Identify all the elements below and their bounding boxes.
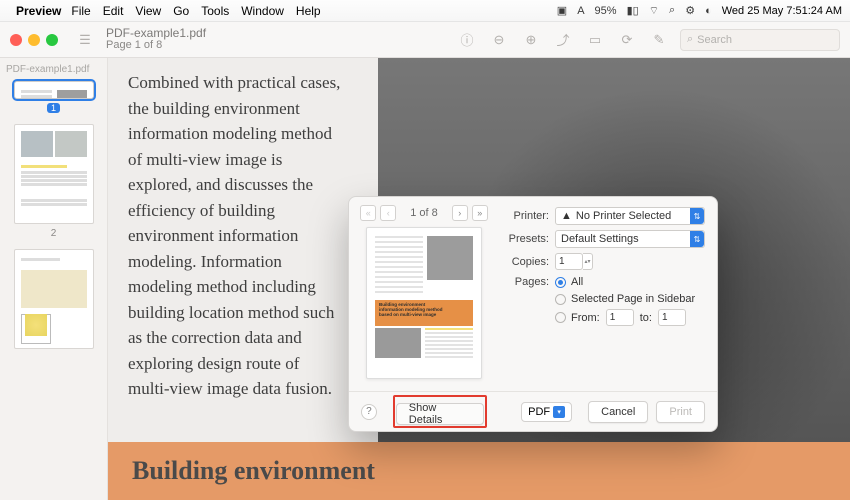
pages-all-label: All [571, 276, 583, 288]
presets-select[interactable]: Default Settings ⇅ [555, 230, 705, 248]
markup-icon[interactable]: ✎ [648, 29, 670, 51]
warning-icon: ▲ [561, 210, 572, 222]
zoom-in-icon[interactable]: ⊕ [520, 29, 542, 51]
siri-icon[interactable]: ◐ [705, 5, 712, 17]
document-viewport: Combined with practical cases, the build… [108, 58, 850, 500]
close-window-button[interactable] [10, 34, 22, 46]
wifi-icon[interactable]: ⌔ [649, 4, 659, 18]
help-button[interactable]: ? [361, 404, 377, 420]
page-number-1: 1 [47, 103, 60, 113]
pages-label: Pages: [499, 276, 549, 288]
from-label: From: [571, 312, 600, 324]
to-input[interactable]: 1 [658, 309, 686, 326]
document-info: PDF-example1.pdf Page 1 of 8 [106, 27, 206, 51]
thumbnails-sidebar: PDF-example1.pdf 1 2 [0, 58, 108, 500]
print-dialog: « ‹ 1 of 8 › » Building environment info… [348, 196, 718, 432]
page-number-2: 2 [6, 228, 101, 239]
first-page-button[interactable]: « [360, 205, 376, 221]
zoom-out-icon[interactable]: ⊖ [488, 29, 510, 51]
system-menubar: Preview File Edit View Go Tools Window H… [0, 0, 850, 22]
show-details-highlight: Show Details [393, 395, 488, 428]
page-counter: 1 of 8 [410, 207, 438, 219]
sidebar-filename: PDF-example1.pdf [6, 64, 101, 75]
chevron-updown-icon: ⇅ [690, 208, 704, 224]
thumbnail-page-1[interactable] [14, 81, 94, 99]
menubar-clock[interactable]: Wed 25 May 7:51:24 AM [722, 5, 842, 17]
minimize-window-button[interactable] [28, 34, 40, 46]
print-preview-page: Building environment information modelin… [366, 227, 482, 379]
presets-value: Default Settings [561, 233, 639, 245]
pages-all-radio[interactable] [555, 277, 566, 288]
next-page-button[interactable]: › [452, 205, 468, 221]
window-toolbar: ☰ PDF-example1.pdf Page 1 of 8 ⓘ ⊖ ⊕ ⤴ ▭… [0, 22, 850, 58]
printer-value: No Printer Selected [576, 210, 671, 222]
printer-label: Printer: [499, 210, 549, 222]
chevron-updown-icon: ⇅ [690, 231, 704, 247]
stage-manager-icon[interactable]: ▣ [557, 4, 567, 17]
app-name[interactable]: Preview [16, 4, 61, 18]
chevron-down-icon: ▾ [553, 406, 565, 418]
control-center-icon[interactable]: ⚙ [685, 4, 695, 17]
last-page-button[interactable]: » [472, 205, 488, 221]
mini-banner-text: Building environment information modelin… [375, 300, 473, 321]
presets-label: Presets: [499, 233, 549, 245]
sidebar-toggle-icon[interactable]: ☰ [74, 29, 96, 51]
thumbnail-page-3[interactable] [14, 249, 94, 349]
search-icon: ⌕ [687, 33, 693, 46]
to-label: to: [640, 312, 652, 324]
search-placeholder: Search [697, 34, 732, 46]
show-details-button[interactable]: Show Details [396, 403, 485, 425]
menu-help[interactable]: Help [296, 4, 321, 18]
battery-percent[interactable]: 95% [595, 5, 617, 17]
menu-go[interactable]: Go [173, 4, 189, 18]
copies-label: Copies: [499, 256, 549, 268]
rotate-icon[interactable]: ⟳ [616, 29, 638, 51]
prev-page-button[interactable]: ‹ [380, 205, 396, 221]
menu-tools[interactable]: Tools [201, 4, 229, 18]
window-traffic-lights [10, 34, 58, 46]
from-input[interactable]: 1 [606, 309, 634, 326]
menu-window[interactable]: Window [241, 4, 284, 18]
pages-range-radio[interactable] [555, 312, 566, 323]
printer-select[interactable]: ▲ No Printer Selected ⇅ [555, 207, 705, 225]
cancel-button[interactable]: Cancel [588, 401, 648, 423]
toolbar-search[interactable]: ⌕ Search [680, 29, 840, 51]
menu-view[interactable]: View [135, 4, 161, 18]
input-source-icon[interactable]: A [577, 5, 584, 17]
print-button[interactable]: Print [656, 401, 705, 423]
thumbnail-page-2[interactable] [14, 124, 94, 224]
zoom-window-button[interactable] [46, 34, 58, 46]
spotlight-icon[interactable]: ⌕ [669, 4, 675, 17]
menu-edit[interactable]: Edit [103, 4, 124, 18]
pages-selected-radio[interactable] [555, 294, 566, 305]
highlight-icon[interactable]: ▭ [584, 29, 606, 51]
battery-icon[interactable]: ▮▯ [627, 4, 639, 17]
copies-stepper[interactable]: ▴▾ [583, 253, 593, 270]
menu-file[interactable]: File [71, 4, 90, 18]
info-icon[interactable]: ⓘ [456, 29, 478, 51]
share-icon[interactable]: ⤴ [552, 29, 574, 51]
document-page-info: Page 1 of 8 [106, 40, 206, 52]
pages-selected-label: Selected Page in Sidebar [571, 293, 695, 305]
copies-input[interactable]: 1 [555, 253, 583, 270]
pdf-dropdown-button[interactable]: PDF ▾ [521, 402, 572, 422]
